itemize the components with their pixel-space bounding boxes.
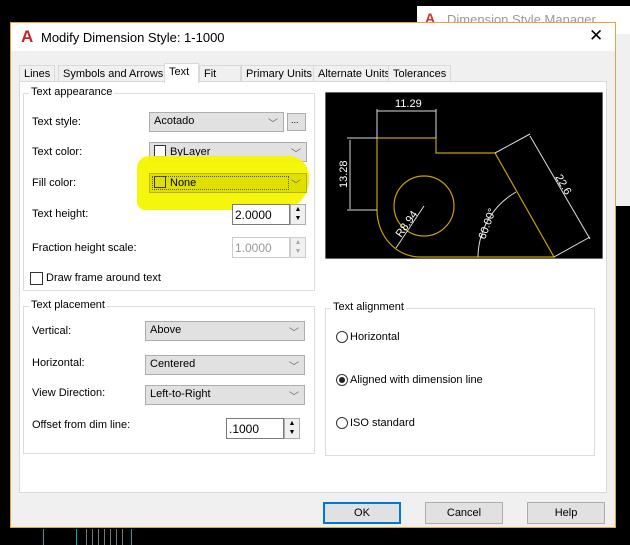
draw-frame-checkbox[interactable] [30,272,43,285]
autocad-logo-icon: A [21,27,34,46]
horizontal-select[interactable]: Centered ﹀ [145,355,305,375]
text-color-label: Text color: [32,146,83,158]
text-height-spinner[interactable]: ▲ ▼ [290,204,306,225]
close-icon[interactable]: ✕ [589,26,603,46]
chevron-down-icon: ﹀ [291,180,301,191]
aligned-radio[interactable] [336,374,348,386]
dim-top-label: 11.29 [395,98,422,110]
iso-standard-radio-label: ISO standard [350,417,415,429]
title-bar: A Modify Dimension Style: 1-1000 ✕ [11,23,615,51]
help-button[interactable]: Help [527,502,605,524]
vertical-select[interactable]: Above ﹀ [145,321,305,341]
chevron-down-icon: ﹀ [289,328,299,339]
view-direction-value: Left-to-Right [150,388,211,400]
horizontal-value: Centered [150,358,196,370]
tab-primary-units[interactable]: Primary Units [241,65,318,82]
horizontal-radio[interactable] [336,331,348,343]
text-style-label: Text style: [32,116,81,128]
vertical-label: Vertical: [32,325,72,337]
text-style-browse-button[interactable]: ... [287,113,306,131]
cancel-button[interactable]: Cancel [425,502,503,524]
view-direction-select[interactable]: Left-to-Right ﹀ [145,385,305,405]
drawing-line [76,529,77,545]
fill-color-select[interactable]: None ﹀ [149,173,307,193]
tab-tolerances[interactable]: Tolerances [388,65,452,82]
text-height-input[interactable]: 2.0000 [232,204,290,225]
horizontal-label: Horizontal: [32,357,85,369]
text-alignment-title: Text alignment [331,301,406,313]
fraction-height-scale-input[interactable]: 1.0000 [232,237,290,258]
dimension-preview: 11.29 13.28 22.6 60.00° R8.94 [325,92,603,259]
tab-text[interactable]: Text [164,63,199,83]
drawing-line [131,529,132,545]
iso-standard-radio[interactable] [336,417,348,429]
tab-lines[interactable]: Lines [19,65,56,82]
vertical-value: Above [150,324,182,336]
horizontal-radio-label: Horizontal [350,331,400,343]
tab-fit[interactable]: Fit [199,65,241,82]
offset-spinner[interactable]: ▲ ▼ [284,418,300,439]
offset-input[interactable]: .1000 [226,418,284,439]
text-height-label: Text height: [32,208,89,220]
chevron-down-icon: ﹀ [289,362,299,373]
ok-button[interactable]: OK [323,502,401,524]
offset-label: Offset from dim line: [32,419,131,431]
fill-color-label: Fill color: [32,177,77,189]
focus-rect [152,176,289,190]
draw-frame-label: Draw frame around text [46,272,161,284]
tab-symbols-and-arrows[interactable]: Symbols and Arrows [58,65,169,82]
text-style-select[interactable]: Acotado ﹀ [149,112,284,132]
chevron-down-icon: ﹀ [268,119,278,130]
tab-alternate-units[interactable]: Alternate Units [313,65,396,82]
text-style-value: Acotado [154,115,195,127]
drawing-line [43,529,44,545]
text-appearance-title: Text appearance [29,86,115,98]
dialog-title: Modify Dimension Style: 1-1000 [41,30,225,45]
fraction-height-scale-spinner[interactable]: ▲ ▼ [290,237,306,258]
view-direction-label: View Direction: [32,387,106,399]
aligned-radio-label: Aligned with dimension line [350,374,483,386]
drawing-hatch [86,529,126,545]
dim-left-label: 13.28 [338,160,350,188]
text-placement-title: Text placement [29,299,107,311]
chevron-down-icon: ﹀ [289,392,299,403]
fraction-height-scale-label: Fraction height scale: [32,242,137,254]
